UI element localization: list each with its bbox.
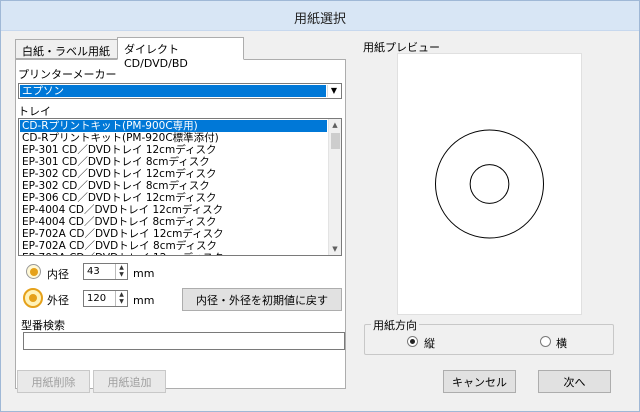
inner-diameter-label: 内径 — [47, 268, 69, 281]
outer-diameter-spin-buttons: ▲ ▼ — [115, 291, 127, 306]
list-item[interactable]: EP-302 CD／DVDトレイ 12cmディスク — [20, 168, 327, 180]
window-title: 用紙選択 — [293, 12, 346, 27]
outer-diameter-spinner[interactable]: ▲ ▼ — [83, 290, 128, 307]
paper-preview — [397, 53, 582, 315]
inner-diameter-radio-icon[interactable] — [26, 264, 41, 279]
landscape-radio[interactable] — [540, 336, 551, 347]
radio-dot — [29, 267, 38, 276]
list-item[interactable]: EP-703A CD／DVDトレイ 12cmディスク — [20, 252, 327, 255]
inner-diameter-unit: mm — [133, 267, 155, 280]
outer-diameter-label: 外径 — [47, 294, 69, 307]
disc-outer-circle — [435, 129, 544, 239]
radio-dot — [29, 294, 37, 302]
printer-maker-value: エプソン — [20, 85, 326, 97]
scroll-thumb[interactable] — [331, 133, 340, 149]
list-item[interactable]: EP-702A CD／DVDトレイ 12cmディスク — [20, 228, 327, 240]
inner-diameter-spinner[interactable]: ▲ ▼ — [83, 263, 128, 280]
disc-inner-circle — [469, 164, 510, 204]
inner-diameter-spin-buttons: ▲ ▼ — [115, 264, 127, 279]
spin-down-icon[interactable]: ▼ — [116, 298, 127, 305]
orientation-group: 用紙方向 縦 横 — [364, 317, 614, 355]
scroll-up-icon[interactable]: ▲ — [329, 119, 341, 131]
spin-down-icon[interactable]: ▼ — [116, 271, 127, 278]
printer-maker-label: プリンターメーカー — [18, 68, 117, 81]
list-item[interactable]: CD-Rプリントキット(PM-900C専用) — [20, 120, 327, 132]
list-item[interactable]: CD-Rプリントキット(PM-920C標準添付) — [20, 132, 327, 144]
list-item[interactable]: EP-306 CD／DVDトレイ 12cmディスク — [20, 192, 327, 204]
reset-diameter-button[interactable]: 内径・外径を初期値に戻す — [182, 288, 342, 311]
outer-diameter-input[interactable] — [85, 292, 113, 305]
radio-dot — [410, 339, 415, 344]
add-paper-button[interactable]: 用紙追加 — [93, 370, 166, 393]
outer-diameter-unit: mm — [133, 294, 155, 307]
dialog-client: 白紙・ラベル用紙 ダイレクトCD/DVD/BD プリンターメーカー エプソン ▼… — [6, 31, 634, 407]
tab-direct-cd-dvd-bd[interactable]: ダイレクトCD/DVD/BD — [117, 37, 244, 70]
tab-blank-label-paper[interactable]: 白紙・ラベル用紙 — [15, 39, 122, 59]
portrait-label: 縦 — [424, 337, 435, 350]
inner-diameter-input[interactable] — [85, 265, 113, 278]
landscape-label: 横 — [556, 337, 567, 350]
portrait-radio[interactable] — [407, 336, 418, 347]
list-item[interactable]: EP-302 CD／DVDトレイ 8cmディスク — [20, 180, 327, 192]
cancel-button[interactable]: キャンセル — [443, 370, 516, 393]
orientation-label: 用紙方向 — [371, 317, 419, 333]
tray-items: CD-Rプリントキット(PM-900C専用) CD-Rプリントキット(PM-920… — [20, 120, 327, 255]
tray-label: トレイ — [18, 105, 51, 118]
dialog-window: 用紙選択 白紙・ラベル用紙 ダイレクトCD/DVD/BD プリンターメーカー エ… — [0, 0, 640, 412]
spin-up-icon[interactable]: ▲ — [116, 264, 127, 271]
list-item[interactable]: EP-4004 CD／DVDトレイ 8cmディスク — [20, 216, 327, 228]
delete-paper-button[interactable]: 用紙削除 — [17, 370, 90, 393]
printer-maker-select[interactable]: エプソン ▼ — [18, 83, 342, 99]
tray-scrollbar[interactable]: ▲ ▼ — [328, 119, 341, 255]
next-button[interactable]: 次へ — [538, 370, 611, 393]
spin-up-icon[interactable]: ▲ — [116, 291, 127, 298]
scroll-down-icon[interactable]: ▼ — [329, 243, 341, 255]
outer-diameter-radio-icon[interactable] — [23, 288, 43, 308]
tray-listbox[interactable]: CD-Rプリントキット(PM-900C専用) CD-Rプリントキット(PM-920… — [18, 118, 342, 256]
title-bar[interactable]: 用紙選択 — [1, 1, 639, 31]
list-item[interactable]: EP-702A CD／DVDトレイ 8cmディスク — [20, 240, 327, 252]
model-search-input[interactable] — [23, 332, 345, 350]
list-item[interactable]: EP-4004 CD／DVDトレイ 12cmディスク — [20, 204, 327, 216]
model-search-label: 型番検索 — [21, 319, 65, 332]
disc-preview-svg — [435, 129, 544, 239]
list-item[interactable]: EP-301 CD／DVDトレイ 12cmディスク — [20, 144, 327, 156]
list-item[interactable]: EP-301 CD／DVDトレイ 8cmディスク — [20, 156, 327, 168]
chevron-down-icon[interactable]: ▼ — [327, 85, 340, 97]
